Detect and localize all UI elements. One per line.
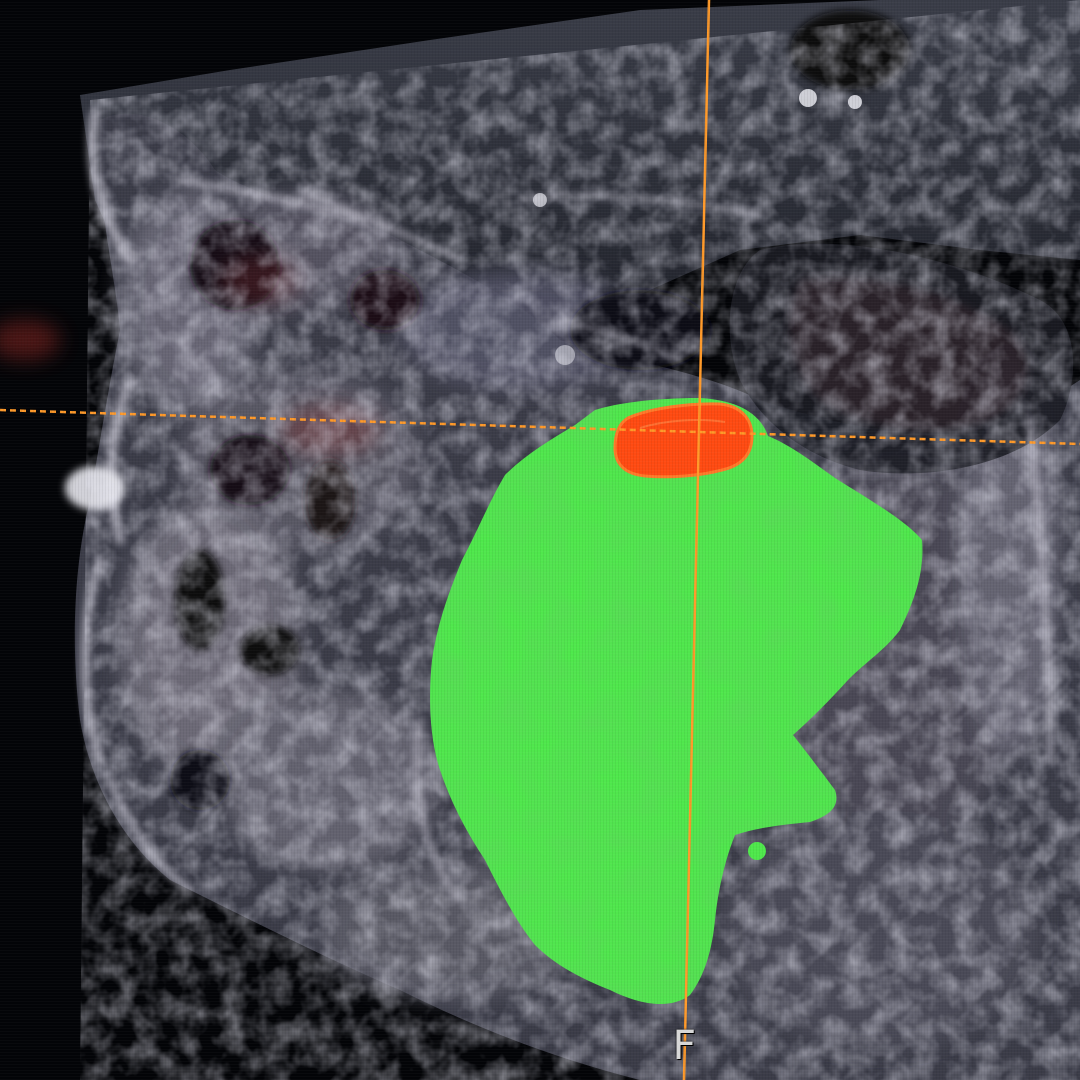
orientation-label: F [671, 1023, 697, 1069]
mri-viewport[interactable]: F [0, 0, 1080, 1080]
green-segment-islet [748, 842, 766, 860]
red-segment[interactable] [613, 402, 754, 479]
mri-sagittal-image[interactable] [0, 0, 1080, 1080]
red-segment-fill [613, 402, 754, 479]
